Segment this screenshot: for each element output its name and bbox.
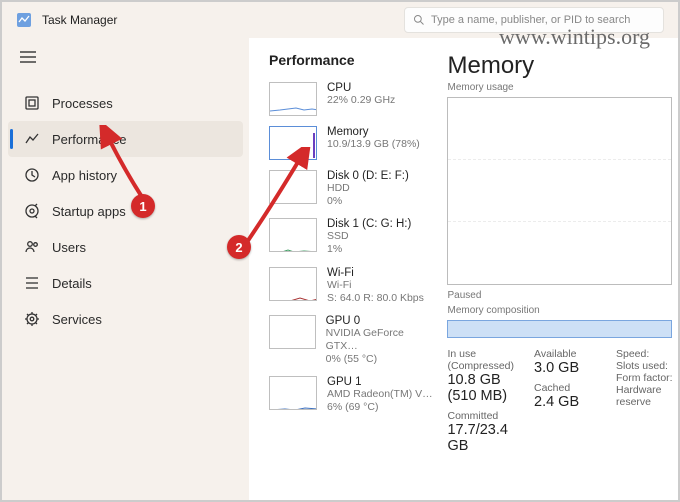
tile-sub: SSD — [327, 230, 411, 243]
tile-sub2: 1% — [327, 243, 411, 256]
composition-label: Memory composition — [447, 305, 678, 316]
cached-label: Cached — [534, 382, 596, 394]
tile-sub: 22% 0.29 GHz — [327, 94, 395, 107]
tile-sub: 10.9/13.9 GB (78%) — [327, 138, 420, 151]
processes-icon — [24, 95, 40, 111]
tile-label: CPU — [327, 82, 395, 94]
sidebar: Processes Performance App history Startu… — [2, 38, 249, 500]
tile-label: Wi-Fi — [327, 267, 424, 279]
tile-wifi[interactable]: Wi-FiWi-FiS: 64.0 R: 80.0 Kbps — [269, 267, 435, 305]
inuse-label: In use (Compressed) — [447, 348, 514, 372]
inuse-value: 10.8 GB (510 MB) — [447, 372, 514, 404]
tile-label: Memory — [327, 126, 420, 138]
app-icon — [16, 12, 32, 28]
tile-gpu1[interactable]: GPU 1AMD Radeon(TM) V…6% (69 °C) — [269, 376, 435, 414]
tile-sub: HDD — [327, 182, 409, 195]
history-icon — [24, 167, 40, 183]
memory-composition-bar — [447, 320, 672, 338]
tile-label: Disk 1 (C: G: H:) — [327, 218, 411, 230]
tile-label: Disk 0 (D: E: F:) — [327, 170, 409, 182]
tile-sub: AMD Radeon(TM) V… — [327, 388, 433, 401]
nav-label: Details — [52, 276, 92, 291]
disk0-thumb — [269, 170, 317, 204]
search-placeholder: Type a name, publisher, or PID to search — [431, 14, 630, 26]
avail-label: Available — [534, 348, 596, 360]
nav-performance[interactable]: Performance — [8, 121, 243, 157]
detail-title: Memory — [447, 52, 678, 80]
performance-pane: Performance CPU22% 0.29 GHz Memory10.9/1… — [249, 38, 678, 500]
performance-header: Performance — [269, 52, 435, 68]
paused-label: Paused — [447, 290, 678, 301]
avail-value: 3.0 GB — [534, 360, 596, 376]
details-icon — [24, 275, 40, 291]
nav-label: App history — [52, 168, 117, 183]
nav-startup[interactable]: Startup apps — [8, 193, 243, 229]
tile-sub2: 6% (69 °C) — [327, 401, 433, 414]
usage-label: Memory usage — [447, 82, 678, 93]
search-box[interactable]: Type a name, publisher, or PID to search — [404, 7, 664, 33]
tile-disk1[interactable]: Disk 1 (C: G: H:)SSD1% — [269, 218, 435, 256]
tile-label: GPU 1 — [327, 376, 433, 388]
services-icon — [24, 311, 40, 327]
memory-usage-chart — [447, 97, 672, 285]
callout-1: 1 — [131, 194, 155, 218]
hw-label: Hardware reserve — [616, 384, 678, 408]
performance-icon — [24, 131, 40, 147]
committed-value: 17.7/23.4 GB — [447, 422, 514, 454]
memory-thumb — [269, 126, 317, 160]
gpu1-thumb — [269, 376, 317, 410]
nav-details[interactable]: Details — [8, 265, 243, 301]
nav-label: Users — [52, 240, 86, 255]
title-bar: Task Manager Type a name, publisher, or … — [2, 2, 678, 38]
tile-gpu0[interactable]: GPU 0NVIDIA GeForce GTX…0% (55 °C) — [269, 315, 435, 366]
nav-users[interactable]: Users — [8, 229, 243, 265]
tile-sub: Wi-Fi — [327, 279, 424, 292]
nav-label: Services — [52, 312, 102, 327]
startup-icon — [24, 203, 40, 219]
search-icon — [413, 14, 425, 26]
tile-cpu[interactable]: CPU22% 0.29 GHz — [269, 82, 435, 116]
speed-label: Speed: — [616, 348, 678, 360]
tile-label: GPU 0 — [326, 315, 436, 327]
callout-2: 2 — [227, 235, 251, 259]
slots-label: Slots used: — [616, 360, 678, 372]
app-title: Task Manager — [42, 13, 117, 27]
users-icon — [24, 239, 40, 255]
stats-row: In use (Compressed) 10.8 GB (510 MB) Com… — [447, 348, 678, 454]
cpu-thumb — [269, 82, 317, 116]
hamburger-button[interactable] — [2, 44, 249, 85]
nav-label: Processes — [52, 96, 113, 111]
tile-sub: NVIDIA GeForce GTX… — [326, 327, 436, 353]
tile-sub2: S: 64.0 R: 80.0 Kbps — [327, 292, 424, 305]
nav-label: Startup apps — [52, 204, 126, 219]
menu-icon — [20, 50, 36, 64]
nav-apphistory[interactable]: App history — [8, 157, 243, 193]
cached-value: 2.4 GB — [534, 394, 596, 410]
tile-sub2: 0% (55 °C) — [326, 353, 436, 366]
wifi-thumb — [269, 267, 317, 301]
gpu0-thumb — [269, 315, 316, 349]
tile-sub2: 0% — [327, 195, 409, 208]
form-label: Form factor: — [616, 372, 678, 384]
disk1-thumb — [269, 218, 317, 252]
nav-services[interactable]: Services — [8, 301, 243, 337]
committed-label: Committed — [447, 410, 514, 422]
tile-disk0[interactable]: Disk 0 (D: E: F:)HDD0% — [269, 170, 435, 208]
tile-memory[interactable]: Memory10.9/13.9 GB (78%) — [269, 126, 435, 160]
nav-processes[interactable]: Processes — [8, 85, 243, 121]
nav-label: Performance — [52, 132, 126, 147]
